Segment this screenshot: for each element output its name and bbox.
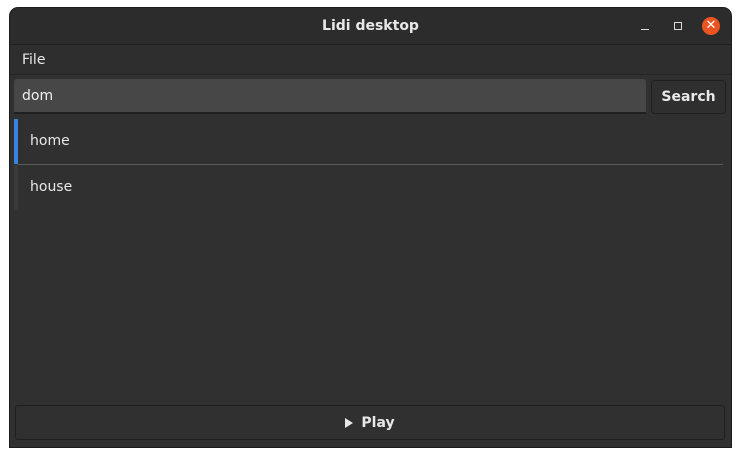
app-window: Lidi desktop ✕ File Search home house Pl… bbox=[10, 8, 731, 447]
list-item-home[interactable]: home bbox=[14, 119, 723, 164]
maximize-icon bbox=[674, 22, 682, 30]
menu-bar: File bbox=[10, 45, 731, 75]
close-icon: ✕ bbox=[705, 18, 717, 33]
minimize-icon bbox=[641, 28, 649, 30]
search-row: Search bbox=[10, 75, 731, 119]
play-icon bbox=[345, 417, 354, 428]
search-button[interactable]: Search bbox=[651, 80, 726, 114]
window-title: Lidi desktop bbox=[322, 18, 419, 34]
close-button[interactable]: ✕ bbox=[702, 17, 720, 35]
menu-file[interactable]: File bbox=[22, 45, 45, 75]
play-button[interactable]: Play bbox=[15, 405, 725, 440]
list-item-house[interactable]: house bbox=[14, 165, 723, 210]
maximize-button[interactable] bbox=[669, 17, 687, 35]
title-bar[interactable]: Lidi desktop ✕ bbox=[10, 8, 731, 45]
search-input[interactable] bbox=[14, 79, 646, 114]
play-button-label: Play bbox=[361, 414, 395, 431]
minimize-button[interactable] bbox=[636, 17, 654, 35]
results-list: home house bbox=[14, 119, 723, 211]
